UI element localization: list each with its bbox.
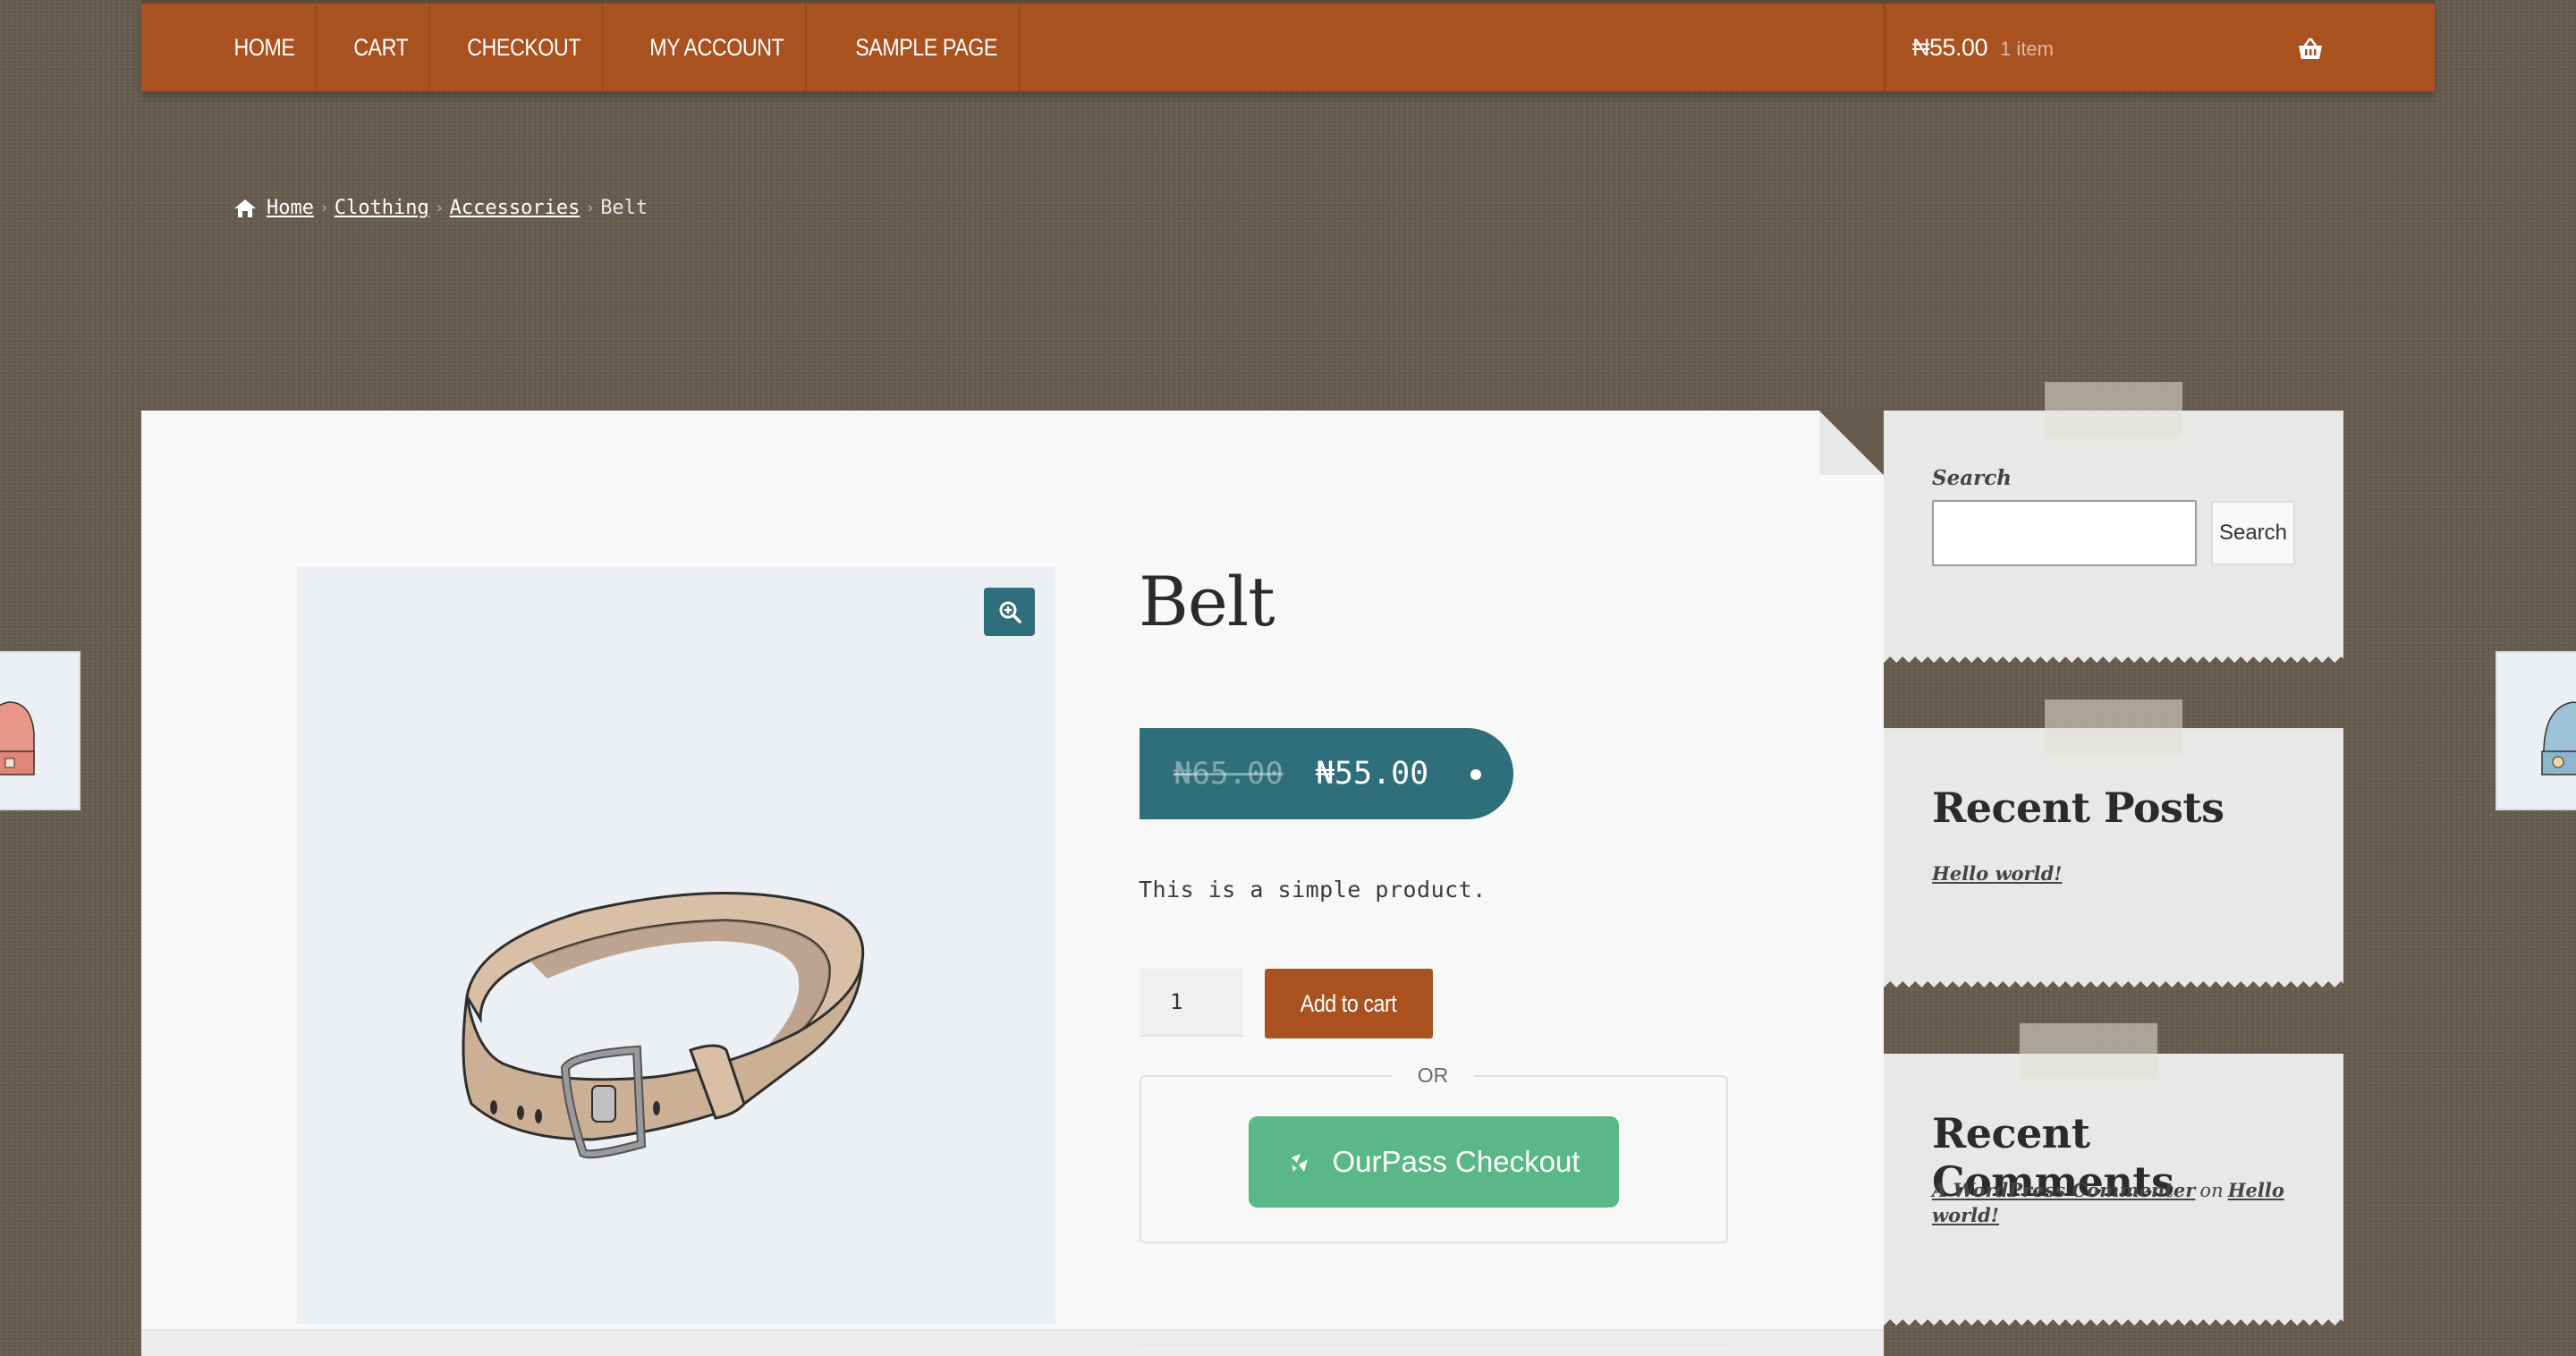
or-label: OR: [1392, 1061, 1474, 1089]
zoom-button[interactable]: [984, 588, 1035, 636]
recent-comments-widget: Recent Comments A WordPress Commenter on…: [1884, 1023, 2343, 1326]
recent-posts-widget: Recent Posts Hello world!: [1884, 699, 2343, 987]
price-sale: ₦55.00: [1315, 756, 1429, 792]
tape-decoration: [2020, 1023, 2157, 1079]
search-widget: Search Search: [1884, 382, 2343, 663]
zoom-icon: [999, 601, 1021, 623]
torn-edge: [1884, 975, 2343, 987]
breadcrumb: Home › Clothing › Accessories › Belt: [233, 197, 648, 219]
price-tag-hole: [1470, 769, 1481, 780]
nav-item-checkout[interactable]: CHECKOUT: [446, 4, 604, 91]
section-divider: [1140, 1343, 1728, 1345]
product-title: Belt: [1139, 562, 1275, 641]
page-corner-fold: [1819, 411, 1884, 475]
tape-decoration: [2045, 699, 2182, 755]
home-icon: [234, 199, 256, 217]
comment-on-text: on: [2199, 1180, 2224, 1201]
comment-author-link[interactable]: A WordPress Commenter: [1932, 1179, 2195, 1201]
nav-item-home[interactable]: HOME: [220, 4, 318, 91]
breadcrumb-home[interactable]: Home: [267, 197, 314, 219]
nav-item-cart[interactable]: CART: [333, 4, 431, 91]
recent-posts-list: Hello world!: [1932, 862, 2063, 885]
ourpass-checkout-button[interactable]: OurPass Checkout: [1249, 1116, 1619, 1208]
search-label: Search: [1932, 466, 2012, 490]
content-footer-strip: [141, 1329, 1884, 1356]
nav-item-my-account[interactable]: MY ACCOUNT: [629, 4, 806, 91]
product-image[interactable]: [297, 567, 1055, 1324]
recent-posts-title: Recent Posts: [1932, 784, 2224, 832]
nav-item-sample-page[interactable]: SAMPLE PAGE: [835, 4, 1020, 91]
torn-edge: [1884, 650, 2343, 663]
quantity-input[interactable]: [1140, 969, 1243, 1037]
breadcrumb-accessories[interactable]: Accessories: [450, 197, 580, 219]
price-regular: ₦65.00: [1174, 756, 1284, 792]
previous-product-thumb[interactable]: [0, 651, 80, 810]
breadcrumb-clothing[interactable]: Clothing: [335, 197, 429, 219]
belt-image: [462, 891, 865, 1159]
basket-icon: [2299, 38, 2322, 59]
beanie-image: [2541, 701, 2576, 775]
cart-count: 1 item: [2000, 38, 2054, 60]
recent-post-link[interactable]: Hello world!: [1932, 862, 2063, 885]
nav-menu: HOME CART CHECKOUT MY ACCOUNT SAMPLE PAG…: [220, 4, 1050, 91]
next-product-thumb[interactable]: [2496, 651, 2576, 810]
ourpass-logo-icon: [1291, 1154, 1308, 1172]
breadcrumb-current: Belt: [600, 197, 648, 219]
cart-amount: ₦55.00: [1912, 33, 1988, 61]
search-button[interactable]: Search: [2211, 501, 2295, 565]
search-input[interactable]: [1932, 500, 2197, 566]
primary-navigation: HOME CART CHECKOUT MY ACCOUNT SAMPLE PAG…: [141, 0, 2435, 91]
breadcrumb-separator: ›: [318, 199, 329, 217]
add-to-cart-button[interactable]: Add to cart: [1265, 969, 1433, 1038]
beanie-image: [0, 701, 35, 775]
torn-edge: [1884, 1313, 2343, 1326]
breadcrumb-separator: ›: [434, 199, 445, 217]
tape-decoration: [2045, 382, 2182, 437]
price-tag: ₦65.00 ₦55.00: [1140, 728, 1513, 819]
recent-comment-item: A WordPress Commenter on Hello world!: [1932, 1179, 2290, 1229]
header-cart[interactable]: ₦55.00 1 item: [1884, 4, 2435, 91]
breadcrumb-separator: ›: [585, 199, 596, 217]
ourpass-checkout-label: OurPass Checkout: [1332, 1145, 1580, 1178]
add-to-cart-label: Add to cart: [1301, 989, 1397, 1017]
product-short-description: This is a simple product.: [1139, 877, 1487, 903]
